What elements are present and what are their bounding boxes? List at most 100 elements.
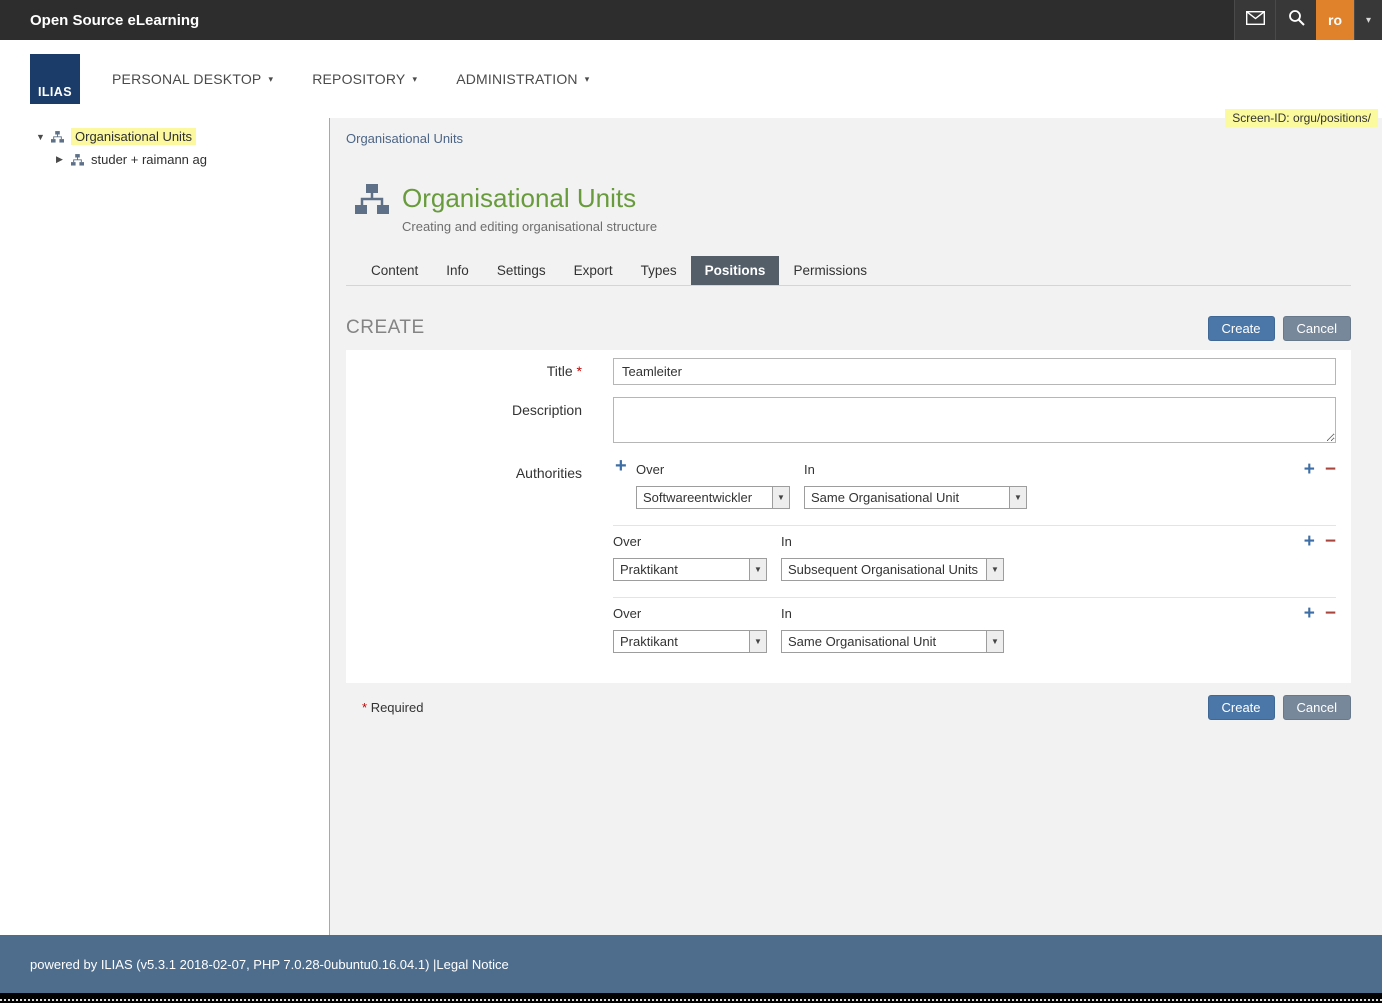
nav-label: REPOSITORY [312, 71, 405, 87]
page-subtitle: Creating and editing organisational stru… [402, 219, 657, 234]
authority-over-select[interactable]: Praktikant ▼ [613, 558, 767, 581]
authorities-form-row: Authorities + Over In Softwareentwickler [346, 460, 1336, 669]
form-footer-row: * Required Create Cancel [346, 695, 1351, 720]
bottom-strip [0, 993, 1382, 1003]
nav-label: PERSONAL DESKTOP [112, 71, 261, 87]
select-value: Praktikant [614, 631, 749, 652]
tree-item-label[interactable]: studer + raimann ag [91, 152, 207, 167]
dropdown-arrow-icon[interactable]: ▼ [1009, 487, 1026, 508]
over-label: Over [636, 462, 804, 477]
tree-sidebar: ▼ Organisational Units ▶ studer + raiman… [0, 118, 330, 935]
authorities-label: Authorities [346, 460, 613, 669]
tab-positions[interactable]: Positions [691, 256, 780, 285]
create-button[interactable]: Create [1208, 316, 1275, 341]
nav-label: ADMINISTRATION [456, 71, 578, 87]
nav-administration[interactable]: ADMINISTRATION ▾ [456, 71, 589, 87]
authority-in-select[interactable]: Same Organisational Unit ▼ [804, 486, 1027, 509]
create-form-panel: Title * Description Authorities [346, 350, 1351, 683]
cancel-button[interactable]: Cancel [1283, 695, 1351, 720]
tree-item-studer-raimann[interactable]: ▶ studer + raimann ag [0, 148, 329, 171]
remove-row-icon[interactable]: − [1325, 460, 1336, 479]
over-label: Over [613, 534, 781, 549]
create-button[interactable]: Create [1208, 695, 1275, 720]
authority-over-select[interactable]: Praktikant ▼ [613, 630, 767, 653]
page-footer: powered by ILIAS (v5.3.1 2018-02-07, PHP… [0, 935, 1382, 993]
dropdown-arrow-icon[interactable]: ▼ [749, 631, 766, 652]
tab-content[interactable]: Content [357, 256, 432, 285]
tab-permissions[interactable]: Permissions [779, 256, 881, 285]
title-field [613, 358, 1336, 385]
in-label: In [781, 606, 792, 621]
screen-id-badge: Screen-ID: orgu/positions/ [1225, 109, 1378, 127]
title-texts: Organisational Units Creating and editin… [402, 184, 657, 234]
tree-item-label[interactable]: Organisational Units [71, 128, 196, 145]
bottom-form-buttons: Create Cancel [1208, 695, 1352, 720]
main-content: Organisational Units Organisational Unit… [330, 118, 1382, 935]
orgunit-icon [71, 154, 84, 166]
required-marker: * [362, 700, 367, 715]
remove-row-icon[interactable]: − [1325, 532, 1336, 551]
mail-icon [1246, 11, 1265, 30]
app-title: Open Source eLearning [30, 12, 199, 29]
tree-item-organisational-units[interactable]: ▼ Organisational Units [0, 125, 329, 148]
cancel-button[interactable]: Cancel [1283, 316, 1351, 341]
add-row-icon[interactable]: + [1304, 460, 1315, 479]
authority-over-select[interactable]: Softwareentwickler ▼ [636, 486, 790, 509]
user-avatar[interactable]: ro [1316, 0, 1354, 40]
in-label: In [781, 534, 792, 549]
select-value: Softwareentwickler [637, 487, 772, 508]
dropdown-arrow-icon[interactable]: ▼ [772, 487, 789, 508]
mail-button[interactable] [1234, 0, 1275, 40]
collapse-arrow-icon[interactable]: ▼ [36, 132, 51, 142]
authority-selects: Praktikant ▼ Subsequent Organisational U… [613, 558, 1336, 581]
authority-row: Over In Softwareentwickler ▼ Same Organi… [613, 460, 1336, 525]
title-form-row: Title * [346, 358, 1336, 385]
section-title: CREATE [346, 317, 425, 339]
legal-notice-link[interactable]: Legal Notice [436, 957, 508, 972]
form-section-header: CREATE Create Cancel [346, 316, 1351, 341]
page-body: ▼ Organisational Units ▶ studer + raiman… [0, 118, 1382, 935]
top-form-buttons: Create Cancel [1208, 316, 1352, 341]
select-value: Praktikant [614, 559, 749, 580]
tab-export[interactable]: Export [560, 256, 627, 285]
orgunit-icon [51, 131, 64, 143]
nav-personal-desktop[interactable]: PERSONAL DESKTOP ▾ [112, 71, 273, 87]
dropdown-arrow-icon[interactable]: ▼ [749, 559, 766, 580]
expand-arrow-icon[interactable]: ▶ [56, 154, 71, 165]
authorities-field: + Over In Softwareentwickler ▼ [613, 460, 1336, 669]
tab-bar: Content Info Settings Export Types Posit… [346, 256, 1351, 286]
description-field [613, 397, 1336, 448]
description-label: Description [346, 397, 613, 448]
required-note: * Required [362, 700, 423, 715]
add-row-icon[interactable]: + [1304, 604, 1315, 623]
chevron-down-icon: ▾ [268, 74, 273, 85]
select-value: Subsequent Organisational Units [782, 559, 986, 580]
description-textarea[interactable] [613, 397, 1336, 443]
search-button[interactable] [1275, 0, 1316, 40]
title-label: Title * [346, 358, 613, 385]
required-note-text: Required [371, 700, 424, 715]
nav-repository[interactable]: REPOSITORY ▾ [312, 71, 417, 87]
remove-row-icon[interactable]: − [1325, 604, 1336, 623]
title-input[interactable] [613, 358, 1336, 385]
authority-labels: Over In [636, 462, 1336, 477]
top-bar: Open Source eLearning ro ▾ [0, 0, 1382, 40]
orgunit-icon [355, 184, 389, 220]
user-menu-button[interactable]: ▾ [1354, 0, 1382, 40]
dropdown-arrow-icon[interactable]: ▼ [986, 631, 1003, 652]
authority-in-select[interactable]: Same Organisational Unit ▼ [781, 630, 1004, 653]
breadcrumb[interactable]: Organisational Units [346, 131, 463, 146]
page-title: Organisational Units [402, 184, 657, 213]
tab-info[interactable]: Info [432, 256, 483, 285]
authority-labels: Over In [613, 606, 1336, 621]
page-title-block: Organisational Units Creating and editin… [355, 184, 1351, 234]
authority-in-select[interactable]: Subsequent Organisational Units ▼ [781, 558, 1004, 581]
add-row-icon[interactable]: + [1304, 532, 1315, 551]
tab-settings[interactable]: Settings [483, 256, 560, 285]
ilias-logo[interactable]: ILIAS [30, 54, 80, 104]
select-value: Same Organisational Unit [805, 487, 1009, 508]
authority-selects: Praktikant ▼ Same Organisational Unit ▼ [613, 630, 1336, 653]
tab-types[interactable]: Types [627, 256, 691, 285]
authority-row-actions: + − [1304, 604, 1336, 623]
dropdown-arrow-icon[interactable]: ▼ [986, 559, 1003, 580]
